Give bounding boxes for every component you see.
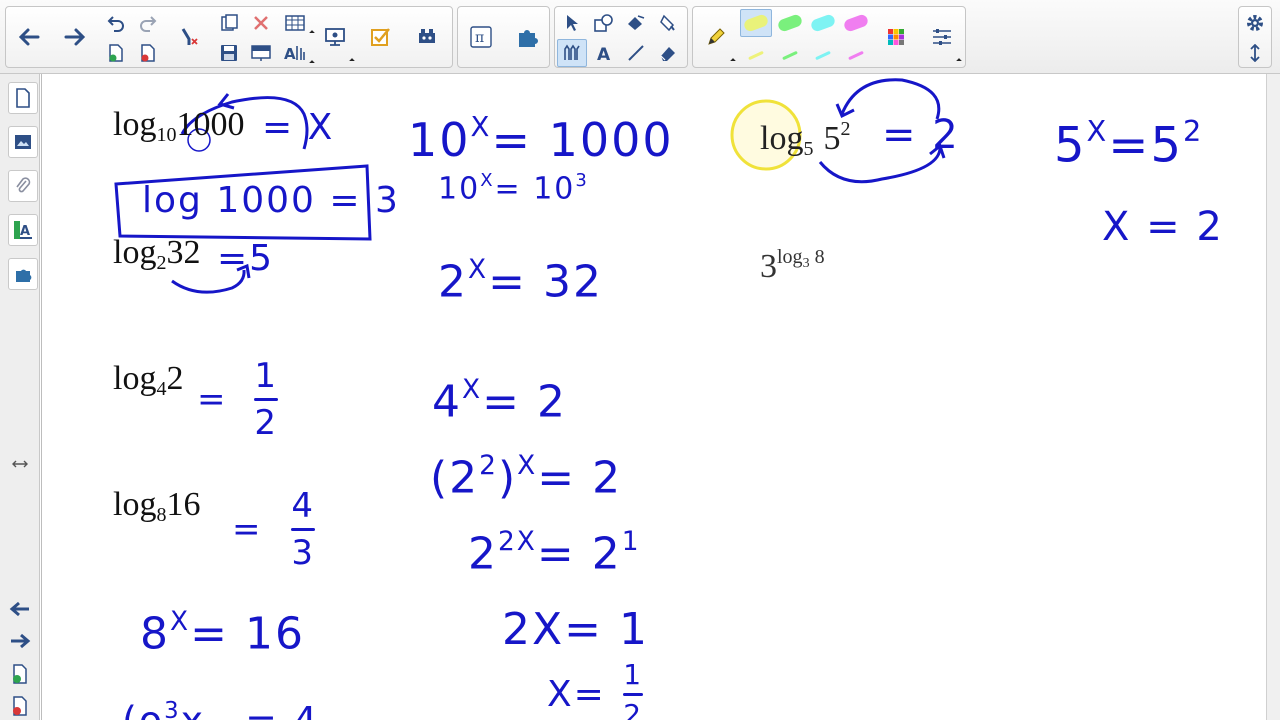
screen-shade-icon[interactable]: [246, 39, 276, 67]
table-icon[interactable]: [280, 9, 310, 37]
shapes-icon[interactable]: [589, 9, 619, 37]
properties-tab-icon[interactable]: A: [8, 214, 38, 246]
typed-log10-1000: log101000: [113, 106, 245, 146]
resize-panel-icon[interactable]: [5, 450, 35, 478]
highlighter-cyan-thin[interactable]: [807, 41, 839, 69]
ink-eight-pow-x: 8X= 16: [140, 606, 305, 660]
eraser-icon[interactable]: [653, 39, 683, 67]
color-palette-icon[interactable]: [881, 9, 911, 65]
ink-col2-line2: 10X= 103: [438, 170, 589, 207]
attachments-icon[interactable]: [8, 170, 38, 202]
add-ons-tab-icon[interactable]: [8, 258, 38, 290]
highlighter-yellow-wide[interactable]: [740, 9, 772, 37]
ink-bottom-partial: (o3x= 4: [122, 698, 317, 720]
recognize-text-icon[interactable]: A: [280, 39, 310, 67]
highlighter-green-wide[interactable]: [774, 9, 806, 37]
ink-col2-line4: 4X= 2: [432, 374, 567, 428]
ink-eq1-rhs: = X: [262, 107, 335, 148]
delete-page-icon[interactable]: [133, 39, 163, 67]
settings-icon[interactable]: [1240, 9, 1270, 37]
highlighter-yellow-thin[interactable]: [740, 41, 772, 69]
highlighter-magenta-thin[interactable]: [840, 41, 872, 69]
ink-col4-line2: X = 2: [1102, 204, 1224, 250]
gallery-icon[interactable]: [8, 126, 38, 158]
canvas-right-scrollbar[interactable]: [1266, 74, 1280, 720]
add-page-side-icon[interactable]: [5, 660, 35, 688]
page-sorter-icon[interactable]: [8, 82, 38, 114]
ink-eq3-rhs: = 12: [197, 356, 278, 443]
back-arrow-icon[interactable]: [14, 9, 44, 65]
ink-col3-rhs: = 2: [882, 112, 960, 158]
ink-col2-line6: 22X= 21: [468, 526, 641, 580]
side-panel: A: [0, 74, 40, 720]
delete-icon[interactable]: [246, 9, 276, 37]
move-toolbar-icon[interactable]: [1240, 39, 1270, 67]
redo-icon[interactable]: [133, 9, 163, 37]
svg-text:A: A: [284, 45, 296, 62]
pen-icon[interactable]: [557, 39, 587, 67]
delete-page-side-icon[interactable]: [5, 692, 35, 720]
display-icon[interactable]: [320, 9, 350, 65]
toolbar-group-pens: [692, 6, 966, 68]
typed-log8-16: log816: [113, 486, 201, 526]
toolbar-group-addons: π: [457, 6, 550, 68]
svg-text:π: π: [475, 30, 484, 46]
text-icon[interactable]: A: [589, 39, 619, 67]
typed-log4-2: log42: [113, 360, 184, 400]
select-icon[interactable]: [557, 9, 587, 37]
highlighter-green-thin[interactable]: [774, 41, 806, 69]
whiteboard-canvas[interactable]: log101000 = X log 1000 = 3 log232 =5 log…: [41, 74, 1266, 720]
ink-eq2-rhs: =5: [217, 238, 275, 279]
widget-icon[interactable]: [412, 9, 442, 65]
ink-col2-line8: X= 12: [547, 658, 644, 720]
add-page-icon[interactable]: [101, 39, 131, 67]
next-page-icon[interactable]: [5, 627, 35, 655]
response-icon[interactable]: [366, 9, 396, 65]
ink-col2-line7: 2X= 1: [502, 604, 649, 655]
clear-ink-icon[interactable]: [174, 9, 204, 65]
typed-log5-5sq: log5 52: [760, 118, 851, 160]
line-icon[interactable]: [621, 39, 651, 67]
math-icon[interactable]: π: [466, 9, 496, 65]
ink-col4-line1: 5X=52: [1054, 114, 1204, 174]
ink-boxed-answer: log 1000 = 3: [142, 180, 400, 221]
highlighter-cyan-wide[interactable]: [807, 9, 839, 37]
pencil-icon[interactable]: [701, 9, 731, 65]
ink-eq4-rhs: = 43: [232, 486, 315, 573]
paste-icon[interactable]: [214, 9, 244, 37]
add-on-icon[interactable]: [512, 9, 542, 65]
forward-arrow-icon[interactable]: [60, 9, 90, 65]
main-toolbar: A π A: [0, 0, 1280, 74]
fill-icon[interactable]: [621, 9, 651, 37]
typed-3-pow-log3-8: 3log3 8: [760, 246, 825, 285]
ink-col2-line1: 10X= 1000: [408, 110, 674, 167]
toolbar-group-page: A: [5, 6, 453, 68]
paint-icon[interactable]: [653, 9, 683, 37]
ink-col2-line5: (22)X= 2: [430, 450, 623, 504]
toolbar-group-settings: [1238, 6, 1272, 68]
typed-log2-32: log232: [113, 234, 201, 274]
save-icon[interactable]: [214, 39, 244, 67]
highlighter-magenta-wide[interactable]: [840, 9, 872, 37]
properties-icon[interactable]: [927, 9, 957, 65]
ink-col2-line3: 2X= 32: [438, 254, 603, 308]
undo-icon[interactable]: [101, 9, 131, 37]
toolbar-group-tools: A: [554, 6, 688, 68]
svg-text:A: A: [20, 224, 30, 239]
previous-page-icon[interactable]: [5, 595, 35, 623]
svg-text:A: A: [597, 45, 611, 62]
